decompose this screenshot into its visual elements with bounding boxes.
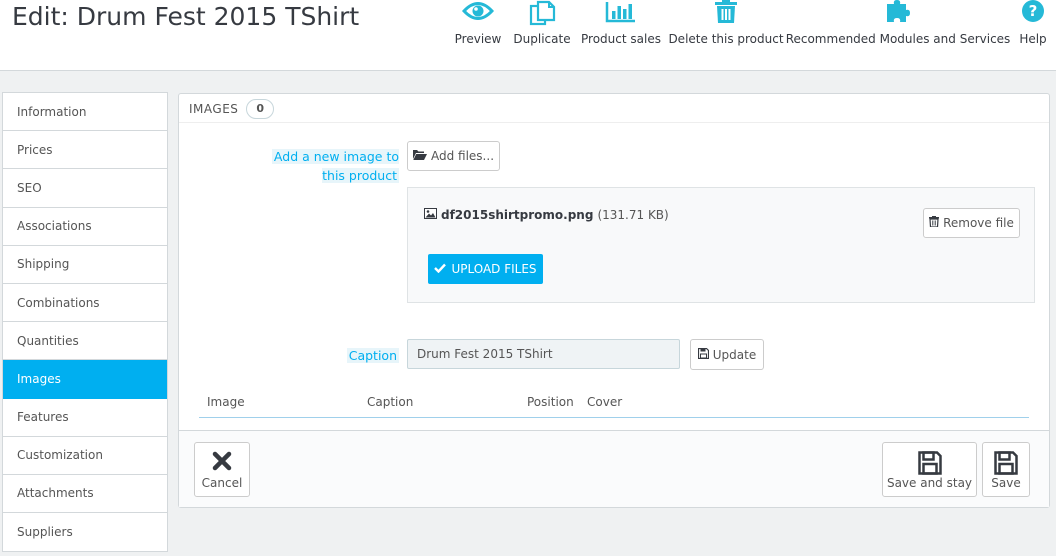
save-icon [994,451,1018,478]
tab-features[interactable]: Features [3,399,167,437]
save-icon [917,451,942,478]
remove-file-button[interactable]: Remove file [923,208,1020,238]
column-cover: Cover [587,395,623,409]
help-button[interactable]: ? Help [988,0,1056,70]
help-icon: ? [1020,0,1046,30]
file-size: (131.71 KB) [597,208,669,222]
svg-text:?: ? [1029,2,1038,20]
page-header: Edit: Drum Fest 2015 TShirt Preview Dupl… [0,0,1056,71]
save-and-stay-button[interactable]: Save and stay [882,442,977,497]
folder-open-icon [412,149,427,163]
tab-combinations[interactable]: Combinations [3,284,167,323]
image-file-icon [424,208,437,222]
bar-chart-icon [605,0,637,30]
tab-images[interactable]: Images [3,360,167,399]
close-icon [212,451,232,474]
tab-suppliers[interactable]: Suppliers [3,513,167,551]
tab-prices[interactable]: Prices [3,131,167,170]
panel-footer: Cancel Save and stay Save [179,430,1049,507]
eye-icon [462,0,494,30]
caption-input[interactable] [407,339,680,369]
product-sales-button[interactable]: Product sales [576,0,666,70]
tab-associations[interactable]: Associations [3,208,167,246]
page-title: Edit: Drum Fest 2015 TShirt [12,2,360,31]
column-image: Image [207,395,245,409]
tab-seo[interactable]: SEO [3,169,167,208]
save-button[interactable]: Save [982,442,1030,497]
product-tabs: Information Prices SEO Associations Ship… [2,92,168,553]
tab-customization[interactable]: Customization [3,437,167,475]
file-preview-box: df2015shirtpromo.png (131.71 KB) Remove … [407,187,1035,303]
heading-divider [179,122,1049,123]
copy-icon [527,0,557,30]
panel-heading: IMAGES 0 [189,99,275,119]
upload-files-button[interactable]: UPLOAD FILES [428,254,543,284]
column-caption: Caption [367,395,414,409]
images-panel: IMAGES 0 Add a new image to this product… [178,93,1050,508]
add-image-label: Add a new image to this product [271,149,399,183]
trash-icon [713,0,739,30]
add-files-button[interactable]: Add files... [407,141,500,171]
file-info: df2015shirtpromo.png (131.71 KB) [424,208,669,222]
caption-label: Caption [346,348,399,363]
delete-product-button[interactable]: Delete this product [668,0,784,70]
table-header-divider [199,417,1029,418]
puzzle-icon [884,0,912,30]
check-icon [434,262,447,276]
tab-quantities[interactable]: Quantities [3,322,167,361]
tab-shipping[interactable]: Shipping [3,246,167,284]
duplicate-button[interactable]: Duplicate [497,0,587,70]
column-position: Position [527,395,574,409]
file-name: df2015shirtpromo.png [441,208,594,222]
cancel-button[interactable]: Cancel [194,442,250,497]
tab-information[interactable]: Information [3,93,167,132]
tab-attachments[interactable]: Attachments [3,475,167,514]
update-caption-button[interactable]: Update [690,339,764,370]
trash-icon [929,216,940,230]
image-count-badge: 0 [246,99,275,119]
save-icon [697,347,709,362]
panel-heading-title: IMAGES [189,102,239,116]
recommended-modules-button[interactable]: Recommended Modules and Services [786,0,1010,70]
